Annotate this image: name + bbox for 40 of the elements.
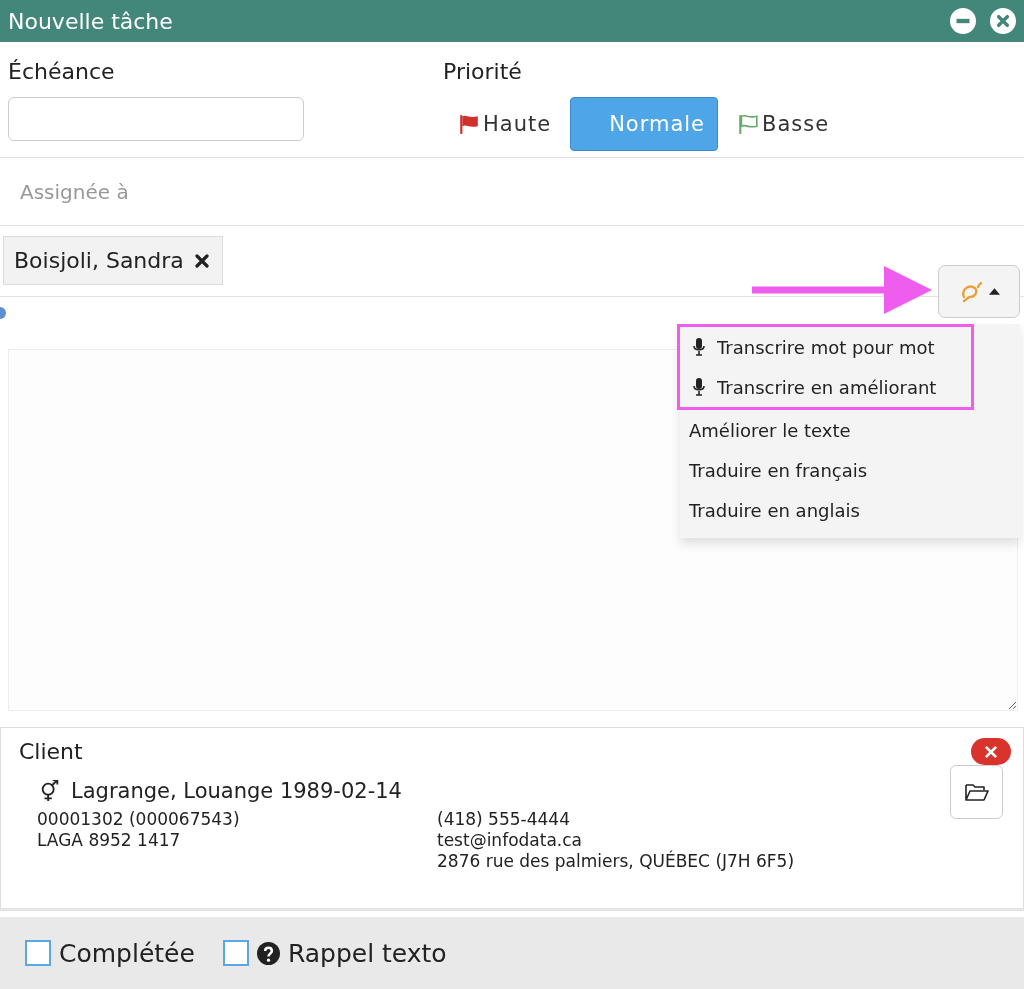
field-label: Échéance [8, 59, 116, 84]
remove-tag-button[interactable] [193, 252, 210, 269]
client-detail: 00001302 (000067543) [37, 809, 241, 830]
menu-item[interactable]: Transcrire mot pour mot [680, 327, 971, 367]
priority-option[interactable]: Haute [453, 97, 557, 151]
checkbox-label: Rappel texto [287, 938, 447, 968]
menu-item[interactable]: Traduire en anglais [680, 490, 1020, 530]
gender-icon [39, 780, 61, 802]
menu-item[interactable]: Transcrire en améliorant [680, 367, 971, 407]
date-field[interactable] [8, 97, 304, 141]
flag-icon [458, 113, 480, 135]
window-title: Nouvelle tâche [8, 8, 173, 34]
close-button[interactable] [990, 8, 1016, 34]
client-detail: (418) 555-4444 [437, 809, 571, 830]
folder-icon [964, 782, 989, 802]
section-title: Client [19, 739, 83, 764]
handle-icon [0, 307, 6, 319]
checkbox-label: Complétée [59, 938, 195, 968]
client-detail: test@infodata.ca [437, 830, 583, 851]
minimize-icon [950, 8, 976, 34]
remove-client-button[interactable] [971, 738, 1011, 765]
checkbox[interactable] [222, 940, 249, 966]
close-icon [984, 744, 998, 759]
close-icon [990, 8, 1016, 34]
checkbox[interactable] [25, 940, 51, 966]
menu-item[interactable]: Améliorer le texte [680, 410, 1020, 450]
microphone-icon [693, 338, 705, 356]
microphone-icon [693, 378, 705, 396]
open-file-button[interactable] [950, 765, 1003, 819]
menu-item[interactable]: Traduire en français [680, 450, 1020, 490]
field-label: Priorité [443, 59, 523, 84]
minimize-button[interactable] [950, 8, 976, 34]
client-detail: LAGA 8952 1417 [37, 830, 182, 851]
priority-option[interactable]: Basse [732, 97, 835, 151]
flag-icon [737, 113, 760, 135]
close-icon [193, 252, 210, 269]
client-name: Lagrange, Louange 1989-02-14 [71, 779, 402, 803]
tag-label: Boisjoli, Sandra [14, 248, 184, 273]
caret-icon [988, 288, 1000, 295]
client-detail: 2876 rue des palmiers, QUÉBEC (J7H 6F5) [437, 851, 795, 872]
